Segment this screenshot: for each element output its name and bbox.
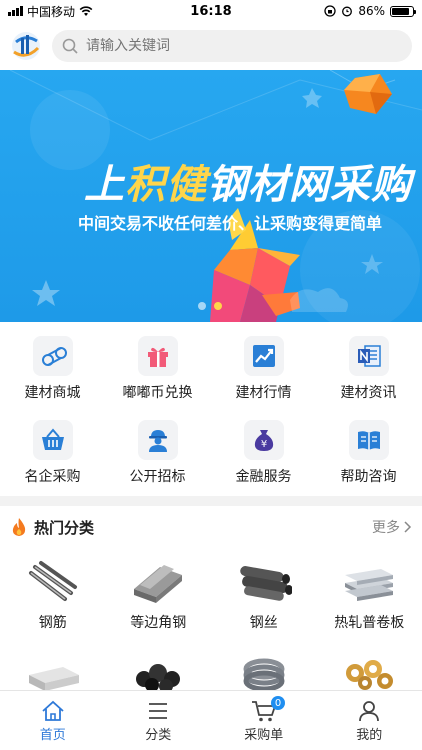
gift-icon [137,336,178,376]
user-icon [358,698,380,724]
product-label: 等边角钢 [130,615,187,631]
nav-category-label: 分类 [145,728,172,743]
quick-item-news[interactable]: 建材资讯 [316,326,421,410]
signal-icon [8,6,23,16]
banner-pagination [198,302,222,310]
hot-categories-title: 热门分类 [34,518,95,537]
section-divider [0,496,422,506]
more-label: 更多 [372,520,400,536]
money-bag-icon: ¥ [243,420,284,460]
product-label: 热轧普卷板 [334,615,405,631]
cart-badge: 0 [271,696,285,710]
quick-item-label: 建材商城 [24,385,81,401]
angle-steel-image [128,558,188,604]
product-label: 钢丝 [249,615,278,631]
quick-item-market[interactable]: 建材行情 [211,326,316,410]
status-right: 86% [254,4,416,18]
product-item-hot-rolled-coil[interactable]: 热轧普卷板 [317,558,422,632]
banner-title-highlight: 积健 [125,162,207,208]
nav-home[interactable]: 首页 [0,691,106,750]
product-item-rebar[interactable]: 钢筋 [0,558,106,632]
news-icon [348,336,389,376]
svg-text:¥: ¥ [260,439,266,450]
hot-categories-header: 热门分类 更多 [0,510,422,544]
search-bar[interactable] [52,30,412,62]
product-row: 钢筋 等边角钢 钢丝 热轧普卷板 [0,558,422,632]
nav-purchase-list[interactable]: 0 采购单 [211,691,317,750]
basket-icon [32,420,73,460]
nav-profile-label: 我的 [356,728,383,743]
product-item-angle-steel[interactable]: 等边角钢 [106,558,212,632]
quick-item-label: 建材行情 [235,385,292,401]
trend-chart-icon [243,336,284,376]
nav-home-label: 首页 [39,728,66,743]
promo-banner[interactable]: 上积健钢材网采购 中间交易不收任何差价、让采购变得更简单 [0,70,422,322]
quick-item-label: 公开招标 [129,469,186,485]
quick-item-tender[interactable]: 公开招标 [105,410,210,494]
quick-item-corporate-purchase[interactable]: 名企采购 [0,410,105,494]
chevron-right-icon [404,521,412,533]
status-left: 中国移动 [8,3,168,20]
app-logo-icon[interactable] [10,30,42,62]
banner-dot-active[interactable] [214,302,222,310]
product-label: 钢筋 [38,615,67,631]
status-time: 16:18 [190,3,232,19]
home-icon [41,698,65,724]
quick-item-label: 名企采购 [24,469,81,485]
quick-item-label: 金融服务 [235,469,292,485]
quick-item-help[interactable]: 帮助咨询 [316,410,421,494]
wifi-icon [79,5,93,16]
nav-purchase-label: 采购单 [244,728,284,743]
banner-title-part3: 钢材网采购 [207,162,412,208]
search-icon [62,38,78,54]
nav-profile[interactable]: 我的 [317,691,422,750]
menu-list-icon [147,698,169,724]
battery-percent: 86% [358,4,385,18]
quick-item-label: 建材资讯 [340,385,397,401]
quick-item-finance[interactable]: ¥ 金融服务 [211,410,316,494]
banner-title-part1: 上 [84,162,125,208]
book-icon [348,420,389,460]
more-link[interactable]: 更多 [372,517,412,537]
rotation-lock-icon [324,5,336,17]
rebar-image [23,558,83,604]
worker-icon [137,420,178,460]
search-input[interactable] [86,38,402,54]
quick-item-coin-exchange[interactable]: 嘟嘟币兑换 [105,326,210,410]
battery-icon [390,5,416,17]
quick-item-mall[interactable]: 建材商城 [0,326,105,410]
app-header [0,22,422,70]
banner-dot[interactable] [198,302,206,310]
product-item-steel-wire[interactable]: 钢丝 [211,558,317,632]
bottom-navigation: 首页 分类 0 采购单 我的 [0,690,422,750]
nav-category[interactable]: 分类 [106,691,212,750]
quick-menu-grid: 建材商城 嘟嘟币兑换 建材行情 建材资讯 名企采购 公开招标 ¥ 金融服务 帮助… [0,322,422,494]
steel-pipe-icon [32,336,73,376]
alarm-icon [342,6,353,17]
banner-subtitle: 中间交易不收任何差价、让采购变得更简单 [78,214,383,233]
steel-plates-image [339,558,399,604]
status-bar: 中国移动 16:18 86% [0,0,422,22]
carrier-name: 中国移动 [27,4,76,19]
quick-item-label: 嘟嘟币兑换 [122,385,193,401]
steel-pipes-image [234,558,294,604]
fire-icon [12,518,26,536]
banner-title: 上积健钢材网采购 [84,152,412,210]
quick-item-label: 帮助咨询 [340,469,397,485]
